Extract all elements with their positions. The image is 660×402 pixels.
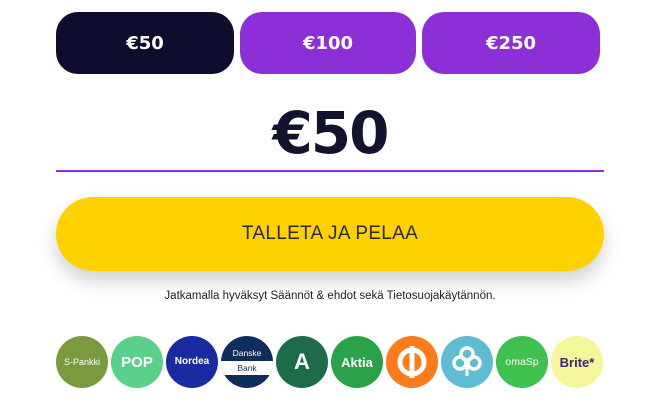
- amount-options: €50 €100 €250: [56, 12, 600, 76]
- saastopankki-logo-icon: [452, 346, 482, 376]
- alandsbanken-logo-icon: A: [294, 349, 310, 374]
- pop-logo-icon: POP: [121, 353, 153, 371]
- bank-danske-bank[interactable]: Danske Bank: [221, 336, 273, 388]
- amount-option-label: €250: [485, 32, 537, 54]
- bank-op[interactable]: [386, 336, 438, 388]
- amount-option-label: €50: [126, 32, 164, 54]
- deposit-amount-input[interactable]: [56, 96, 604, 172]
- bank-s-pankki[interactable]: S-Pankki: [56, 336, 108, 388]
- danske-bank-logo-strip: Bank: [221, 360, 273, 375]
- aktia-logo-icon: Aktia: [341, 354, 373, 370]
- bank-nordea[interactable]: Nordea: [166, 336, 218, 388]
- op-logo-icon: [397, 346, 427, 378]
- bank-omasp[interactable]: omaSp: [496, 336, 548, 388]
- bank-aktia[interactable]: Aktia: [331, 336, 383, 388]
- bank-selector: S-Pankki POP Nordea Danske Bank A Aktia: [56, 336, 606, 390]
- bank-saastopankki[interactable]: [441, 336, 493, 388]
- amount-option-label: €100: [302, 32, 354, 54]
- danske-bank-logo-icon: Danske: [232, 348, 262, 359]
- terms-notice: Jatkamalla hyväksyt Säännöt & ehdot sekä…: [164, 290, 496, 302]
- amount-option-50[interactable]: €50: [56, 12, 234, 74]
- nordea-logo-icon: Nordea: [174, 356, 210, 367]
- bank-alandsbanken[interactable]: A: [276, 336, 328, 388]
- brite-logo-icon: Brite*: [559, 354, 595, 370]
- bank-brite[interactable]: Brite*: [551, 336, 603, 388]
- deposit-and-play-button[interactable]: TALLETA JA PELAA: [56, 197, 604, 271]
- bank-pop[interactable]: POP: [111, 336, 163, 388]
- omasp-logo-icon: omaSp: [505, 355, 539, 368]
- s-pankki-logo-icon: S-Pankki: [63, 356, 100, 367]
- amount-option-250[interactable]: €250: [422, 12, 600, 74]
- deposit-button-label: TALLETA JA PELAA: [241, 223, 419, 244]
- amount-option-100[interactable]: €100: [240, 12, 416, 74]
- deposit-page: €50 €100 €250 TALLETA JA PELAA Jatkamall…: [0, 0, 660, 402]
